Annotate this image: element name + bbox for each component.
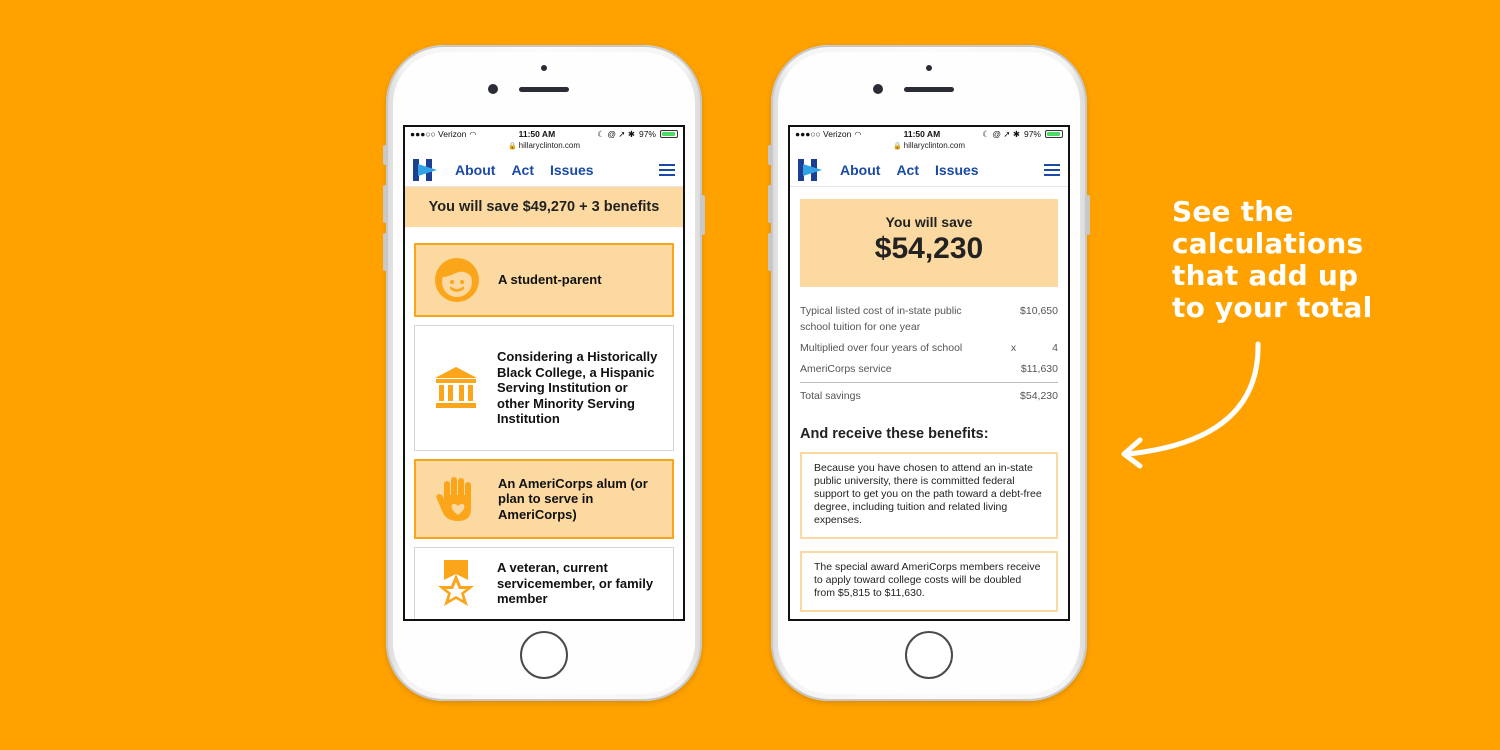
child-face-icon — [416, 257, 498, 303]
proximity-sensor — [541, 65, 547, 71]
institution-building-icon — [415, 365, 497, 411]
phone-right: ●●●○○ Verizon ◠ 11:50 AM ☾ @ ➚ ✱ 97% 🔒 hi… — [768, 45, 1090, 701]
wifi-icon: ◠ — [469, 129, 477, 139]
home-button[interactable] — [520, 631, 568, 679]
battery-percent: 97% — [638, 129, 656, 139]
calculation-table: Typical listed cost of in-state public s… — [800, 303, 1058, 404]
battery-percent: 97% — [1023, 129, 1041, 139]
site-nav: About Act Issues — [405, 153, 683, 187]
proximity-sensor — [926, 65, 932, 71]
benefit-card: Because you have chosen to attend an in-… — [800, 452, 1058, 539]
home-button[interactable] — [905, 631, 953, 679]
nav-about-link[interactable]: About — [840, 162, 880, 178]
nav-about-link[interactable]: About — [455, 162, 495, 178]
option-label: A student-parent — [498, 272, 602, 288]
calc-label: AmeriCorps service — [800, 363, 892, 375]
front-camera — [488, 84, 498, 94]
option-card-student-parent[interactable]: A student-parent — [414, 243, 674, 317]
earpiece-speaker — [904, 87, 954, 92]
volume-up-button — [383, 185, 387, 223]
option-label: An AmeriCorps alum (or plan to serve in … — [498, 475, 648, 522]
calc-value: 4 — [1052, 342, 1058, 354]
nav-issues-link[interactable]: Issues — [935, 162, 979, 178]
calc-label: Typical listed cost of in-state public s… — [800, 305, 962, 333]
url-text: hillaryclinton.com — [903, 141, 966, 150]
status-indicators-icon: ☾ @ ➚ ✱ — [982, 128, 1020, 139]
menu-hamburger-icon[interactable] — [659, 163, 675, 176]
option-card-veteran[interactable]: A veteran, current servicemember, or fam… — [414, 547, 674, 619]
screen-selections: ●●●○○ Verizon ◠ 11:50 AM ☾ @ ➚ ✱ 97% 🔒 hi… — [403, 125, 685, 621]
option-label: A veteran, current servicemember, or fam… — [497, 560, 654, 606]
calc-row-multiplier: Multiplied over four years of school x 4 — [800, 340, 1058, 356]
battery-icon — [659, 130, 678, 138]
total-savings-amount: $54,230 — [874, 232, 984, 265]
curved-arrow-icon — [1121, 341, 1261, 469]
phone-left: ●●●○○ Verizon ◠ 11:50 AM ☾ @ ➚ ✱ 97% 🔒 hi… — [383, 45, 705, 701]
front-camera — [873, 84, 883, 94]
volume-down-button — [768, 233, 772, 271]
power-button — [1086, 195, 1090, 235]
total-savings-box: You will save $54,230 — [800, 199, 1058, 287]
callout-line: that add up — [1172, 259, 1359, 292]
calc-value: $11,630 — [1020, 363, 1058, 375]
site-nav: About Act Issues — [790, 153, 1068, 187]
url-bar[interactable]: 🔒 hillaryclinton.com — [790, 141, 1068, 153]
status-indicators-icon: ☾ @ ➚ ✱ — [597, 128, 635, 139]
calc-value: $54,230 — [1020, 390, 1058, 402]
wifi-icon: ◠ — [854, 129, 862, 139]
lock-icon: 🔒 — [507, 143, 517, 150]
calc-row-total: Total savings $54,230 — [800, 382, 1058, 404]
status-bar: ●●●○○ Verizon ◠ 11:50 AM ☾ @ ➚ ✱ 97% — [790, 127, 1068, 141]
medal-star-icon — [415, 560, 497, 608]
callout-line: to your total — [1172, 291, 1373, 324]
volume-up-button — [768, 185, 772, 223]
status-bar: ●●●○○ Verizon ◠ 11:50 AM ☾ @ ➚ ✱ 97% — [405, 127, 683, 141]
screen-calculation: ●●●○○ Verizon ◠ 11:50 AM ☾ @ ➚ ✱ 97% 🔒 hi… — [788, 125, 1070, 621]
mute-switch — [768, 145, 772, 165]
callout-text: See the calculations that add up to your… — [1172, 196, 1372, 324]
earpiece-speaker — [519, 87, 569, 92]
mute-switch — [383, 145, 387, 165]
nav-issues-link[interactable]: Issues — [550, 162, 594, 178]
carrier-label: ●●●○○ Verizon — [795, 129, 852, 139]
nav-act-link[interactable]: Act — [511, 162, 534, 178]
url-text: hillaryclinton.com — [518, 141, 581, 150]
power-button — [701, 195, 705, 235]
benefit-card: The special award AmeriCorps members rec… — [800, 551, 1058, 612]
option-card-minority-serving-institution[interactable]: Considering a Historically Black College… — [414, 325, 674, 451]
url-bar[interactable]: 🔒 hillaryclinton.com — [405, 141, 683, 153]
callout-line: See the — [1172, 195, 1294, 228]
hand-heart-icon — [416, 475, 498, 523]
calc-label: Multiplied over four years of school — [800, 342, 963, 354]
calc-value: $10,650 — [1020, 305, 1058, 317]
savings-banner: You will save $49,270 + 3 benefits — [405, 187, 683, 227]
calc-operator: x — [1010, 342, 1017, 354]
carrier-label: ●●●○○ Verizon — [410, 129, 467, 139]
lock-icon: 🔒 — [892, 143, 902, 150]
status-time: 11:50 AM — [903, 129, 941, 139]
calc-label: Total savings — [800, 390, 861, 402]
benefits-heading: And receive these benefits: — [800, 426, 989, 442]
callout-line: calculations — [1172, 227, 1364, 260]
option-label: Considering a Historically Black College… — [497, 349, 658, 427]
hillary-logo-icon[interactable] — [413, 158, 437, 181]
menu-hamburger-icon[interactable] — [1044, 163, 1060, 176]
status-time: 11:50 AM — [518, 129, 556, 139]
hillary-logo-icon[interactable] — [798, 158, 822, 181]
calc-row-americorps: AmeriCorps service $11,630 — [800, 361, 1058, 377]
total-savings-label: You will save — [885, 214, 973, 230]
battery-icon — [1044, 130, 1063, 138]
option-card-americorps[interactable]: An AmeriCorps alum (or plan to serve in … — [414, 459, 674, 539]
nav-act-link[interactable]: Act — [896, 162, 919, 178]
calc-row-tuition: Typical listed cost of in-state public s… — [800, 303, 1058, 335]
volume-down-button — [383, 233, 387, 271]
